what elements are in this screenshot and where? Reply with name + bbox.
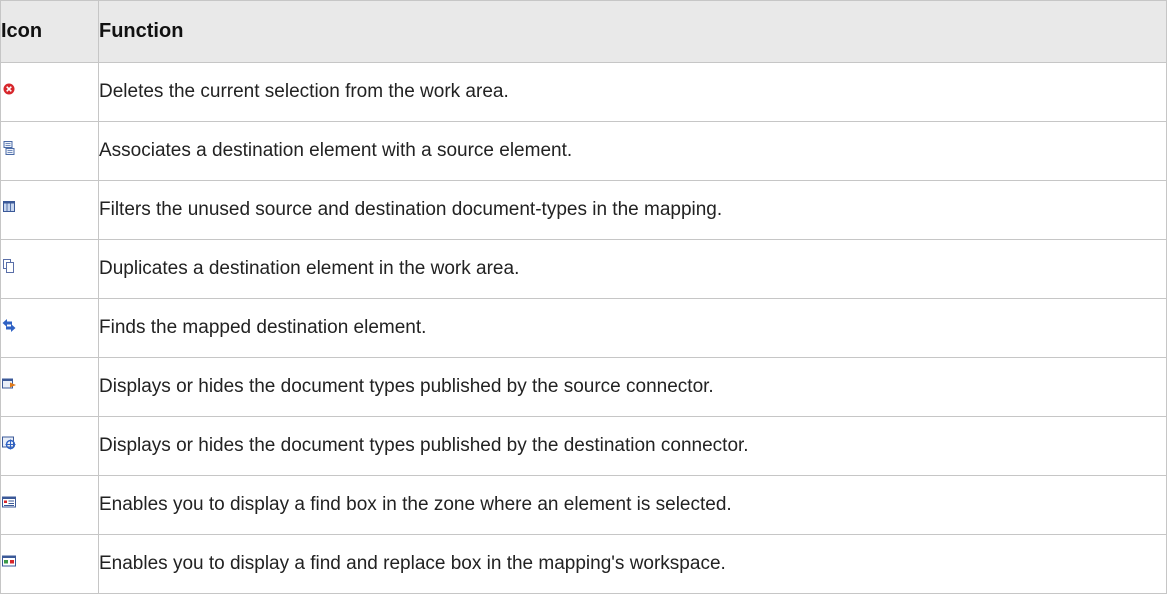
function-description: Associates a destination element with a … — [98, 121, 1167, 181]
icon-cell — [0, 534, 99, 594]
table-row: Deletes the current selection from the w… — [0, 62, 1167, 122]
function-description: Displays or hides the document types pub… — [98, 416, 1167, 476]
icon-cell — [0, 121, 99, 181]
associate-icon — [1, 140, 17, 156]
function-description: Duplicates a destination element in the … — [98, 239, 1167, 299]
table-row: Displays or hides the document types pub… — [0, 416, 1167, 476]
table-header-row: Icon Function — [0, 0, 1167, 63]
find-box-icon — [1, 494, 17, 510]
table-row: Enables you to display a find box in the… — [0, 475, 1167, 535]
icon-cell — [0, 62, 99, 122]
function-description: Enables you to display a find and replac… — [98, 534, 1167, 594]
icon-cell — [0, 239, 99, 299]
delete-icon — [1, 81, 17, 97]
table-row: Displays or hides the document types pub… — [0, 357, 1167, 417]
icon-cell — [0, 475, 99, 535]
function-description: Enables you to display a find box in the… — [98, 475, 1167, 535]
destination-connector-icon — [1, 435, 17, 451]
table-row: Finds the mapped destination element. — [0, 298, 1167, 358]
function-column-header: Function — [98, 0, 1167, 63]
icon-cell — [0, 357, 99, 417]
function-description: Filters the unused source and destinatio… — [98, 180, 1167, 240]
table-row: Associates a destination element with a … — [0, 121, 1167, 181]
table-row: Duplicates a destination element in the … — [0, 239, 1167, 299]
icon-column-header: Icon — [0, 0, 99, 63]
table-row: Enables you to display a find and replac… — [0, 534, 1167, 594]
icon-cell — [0, 416, 99, 476]
icon-cell — [0, 180, 99, 240]
duplicate-icon — [1, 258, 17, 274]
icon-cell — [0, 298, 99, 358]
find-replace-icon — [1, 553, 17, 569]
find-mapped-icon — [1, 317, 17, 333]
function-description: Deletes the current selection from the w… — [98, 62, 1167, 122]
function-description: Displays or hides the document types pub… — [98, 357, 1167, 417]
function-description: Finds the mapped destination element. — [98, 298, 1167, 358]
table-row: Filters the unused source and destinatio… — [0, 180, 1167, 240]
icon-function-table: Icon Function Deletes the current select… — [0, 0, 1167, 594]
filter-icon — [1, 199, 17, 215]
source-connector-icon — [1, 376, 17, 392]
